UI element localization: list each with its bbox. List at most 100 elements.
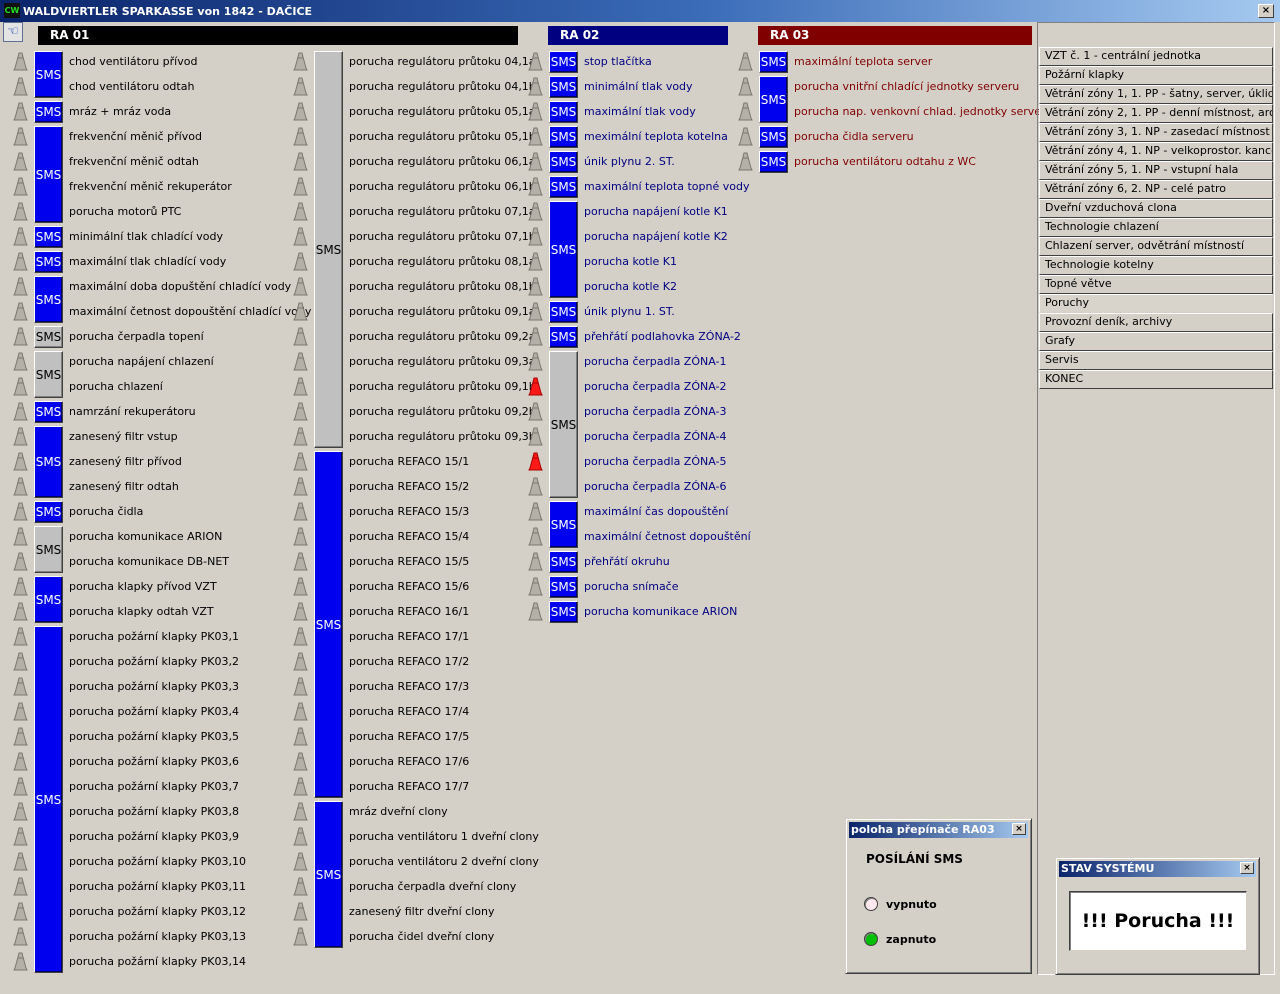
sms-toggle-button[interactable]: SMS: [34, 101, 63, 123]
alarm-label: porucha klapky přívod VZT: [69, 580, 217, 593]
sms-on-radio[interactable]: [864, 932, 878, 946]
switch-dialog-title-bar: poloha přepínače RA03 ×: [849, 822, 1028, 838]
sms-toggle-button[interactable]: SMS: [549, 601, 578, 623]
alarm-bell-icon: [293, 52, 308, 71]
alarm-label: porucha čerpadla ZÓNA-2: [584, 380, 727, 393]
menu-item[interactable]: Topné větve: [1039, 275, 1273, 294]
alarm-label: porucha chlazení: [69, 380, 163, 393]
menu-item[interactable]: Technologie kotelny: [1039, 256, 1273, 275]
alarm-bell-icon: [13, 852, 28, 871]
sms-toggle-button[interactable]: SMS: [549, 76, 578, 98]
section-header-ra03: RA 03: [758, 26, 1032, 45]
sms-toggle-button[interactable]: SMS: [34, 276, 63, 323]
menu-item[interactable]: Větrání zóny 3, 1. NP - zasedací místnos…: [1039, 123, 1273, 142]
sms-toggle-button[interactable]: SMS: [759, 126, 788, 148]
menu-item[interactable]: Grafy: [1039, 332, 1273, 351]
alarm-bell-icon: [13, 877, 28, 896]
alarm-label: porucha REFACO 17/2: [349, 655, 470, 668]
menu-item[interactable]: Větrání zóny 2, 1. PP - denní místnost, …: [1039, 104, 1273, 123]
menu-item[interactable]: Provozní deník, archivy: [1039, 313, 1273, 332]
alarm-bell-icon: [738, 52, 753, 71]
sms-toggle-button[interactable]: SMS: [549, 51, 578, 73]
sms-toggle-button[interactable]: SMS: [34, 501, 63, 523]
menu-item[interactable]: Dveřní vzduchová clona: [1039, 199, 1273, 218]
sms-toggle-button[interactable]: SMS: [34, 576, 63, 623]
menu-item[interactable]: Servis: [1039, 351, 1273, 370]
sms-toggle-button[interactable]: SMS: [314, 801, 343, 948]
alarm-label: porucha regulátoru průtoku 09,1a: [349, 305, 536, 318]
alarm-bell-icon: [13, 202, 28, 221]
sms-toggle-button[interactable]: SMS: [314, 451, 343, 798]
sms-toggle-button[interactable]: SMS: [34, 626, 63, 973]
menu-item[interactable]: Chlazení server, odvětrání místností: [1039, 237, 1273, 256]
sms-toggle-button[interactable]: SMS: [549, 201, 578, 298]
alarm-label: porucha regulátoru průtoku 08,1a: [349, 255, 536, 268]
sms-toggle-button[interactable]: SMS: [759, 151, 788, 173]
menu-item[interactable]: VZT č. 1 - centrální jednotka: [1039, 47, 1273, 66]
sms-toggle-button[interactable]: SMS: [34, 326, 63, 348]
menu-item[interactable]: Poruchy: [1039, 294, 1273, 313]
alarm-bell-icon: [293, 377, 308, 396]
window-title: WALDVIERTLER SPARKASSE von 1842 - DAČICE: [23, 5, 313, 18]
status-dialog-close-button[interactable]: ×: [1240, 862, 1254, 874]
sms-toggle-button[interactable]: SMS: [34, 51, 63, 98]
window-close-button[interactable]: ×: [1258, 4, 1274, 18]
switch-dialog-close-button[interactable]: ×: [1012, 823, 1026, 835]
sms-toggle-button[interactable]: SMS: [759, 76, 788, 123]
menu-item[interactable]: Větrání zóny 6, 2. NP - celé patro: [1039, 180, 1273, 199]
menu-item[interactable]: Požární klapky: [1039, 66, 1273, 85]
alarm-bell-icon: [293, 102, 308, 121]
menu-item[interactable]: Větrání zóny 1, 1. PP - šatny, server, ú…: [1039, 85, 1273, 104]
sms-toggle-button[interactable]: SMS: [549, 151, 578, 173]
sms-toggle-button[interactable]: SMS: [34, 226, 63, 248]
sms-toggle-button[interactable]: SMS: [314, 51, 343, 448]
alarm-bell-icon: [528, 227, 543, 246]
alarm-bell-icon: [738, 77, 753, 96]
sms-toggle-button[interactable]: SMS: [34, 426, 63, 498]
alarm-bell-icon: [293, 677, 308, 696]
alarm-label: mráz dveřní clony: [349, 805, 448, 818]
sms-toggle-button[interactable]: SMS: [549, 301, 578, 323]
alarm-bell-icon: [293, 752, 308, 771]
hand-cursor-icon[interactable]: ☜: [3, 22, 23, 42]
alarm-label: porucha ventilátoru 2 dveřní clony: [349, 855, 539, 868]
alarm-label: maximální četnost dopouštění chladící vo…: [69, 305, 312, 318]
alarm-bell-icon: [13, 227, 28, 246]
sms-toggle-button[interactable]: SMS: [34, 526, 63, 573]
alarm-label: porucha REFACO 17/7: [349, 780, 470, 793]
alarm-label: přehřátí podlahovka ZÓNA-2: [584, 330, 741, 343]
alarm-label: porucha regulátoru průtoku 05,1b: [349, 130, 536, 143]
alarm-bell-icon: [293, 777, 308, 796]
sms-toggle-button[interactable]: SMS: [34, 251, 63, 273]
alarm-label: porucha REFACO 15/1: [349, 455, 470, 468]
sms-toggle-button[interactable]: SMS: [549, 126, 578, 148]
sms-toggle-button[interactable]: SMS: [549, 576, 578, 598]
menu-item[interactable]: Technologie chlazení: [1039, 218, 1273, 237]
menu-item[interactable]: KONEC: [1039, 370, 1273, 389]
menu-item[interactable]: Větrání zóny 4, 1. NP - velkoprostor. ka…: [1039, 142, 1273, 161]
alarm-bell-icon: [528, 127, 543, 146]
alarm-bell-icon: [13, 302, 28, 321]
sms-toggle-button[interactable]: SMS: [549, 101, 578, 123]
sms-toggle-button[interactable]: SMS: [549, 351, 578, 498]
alarm-bell-icon: [528, 402, 543, 421]
sms-toggle-button[interactable]: SMS: [549, 326, 578, 348]
sms-toggle-button[interactable]: SMS: [549, 176, 578, 198]
sms-toggle-button[interactable]: SMS: [759, 51, 788, 73]
sms-off-radio[interactable]: [864, 897, 878, 911]
menu-item[interactable]: Větrání zóny 5, 1. NP - vstupní hala: [1039, 161, 1273, 180]
alarm-label: únik plynu 1. ST.: [584, 305, 675, 318]
alarm-bell-icon: [13, 652, 28, 671]
sms-on-label: zapnuto: [886, 933, 937, 946]
alarm-bell-icon: [13, 277, 28, 296]
sms-toggle-button[interactable]: SMS: [549, 551, 578, 573]
alarm-label: porucha regulátoru průtoku 04,1a: [349, 55, 536, 68]
alarm-label: porucha regulátoru průtoku 07,1b: [349, 230, 536, 243]
sms-toggle-button[interactable]: SMS: [34, 126, 63, 223]
alarm-label: porucha REFACO 15/2: [349, 480, 470, 493]
sms-toggle-button[interactable]: SMS: [549, 501, 578, 548]
alarm-label: únik plynu 2. ST.: [584, 155, 675, 168]
sms-toggle-button[interactable]: SMS: [34, 401, 63, 423]
alarm-bell-icon-active: [528, 377, 543, 396]
sms-toggle-button[interactable]: SMS: [34, 351, 63, 398]
